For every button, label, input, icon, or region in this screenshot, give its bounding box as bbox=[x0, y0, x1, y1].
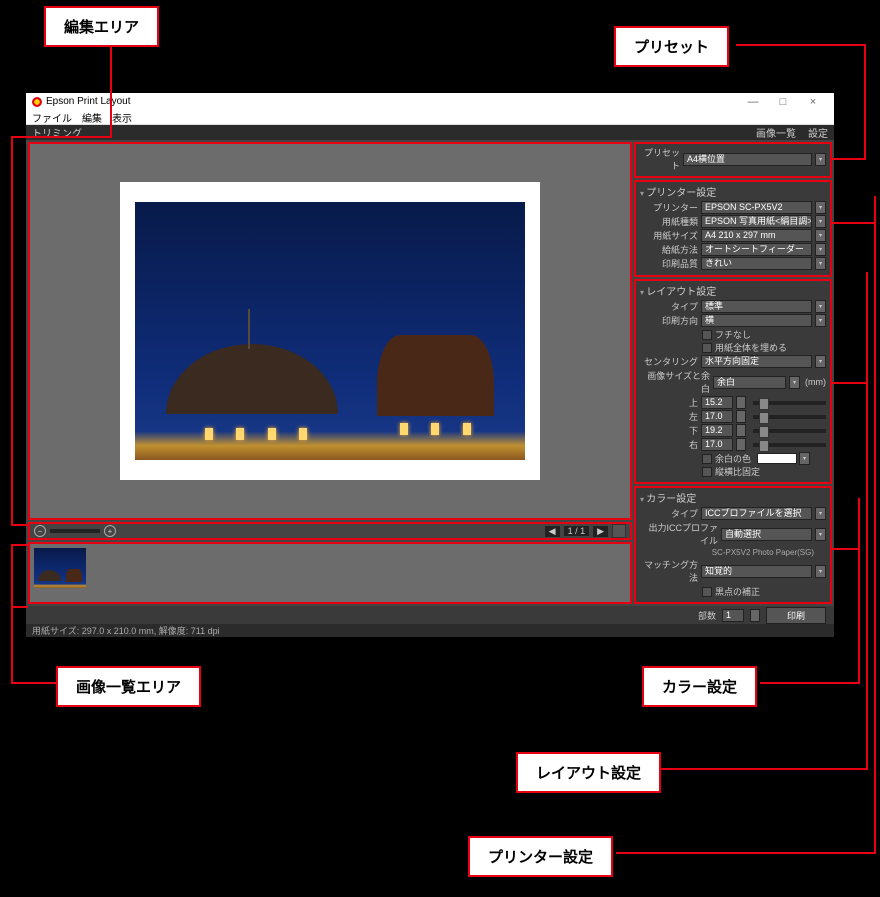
zoom-slider[interactable] bbox=[50, 529, 100, 533]
chevron-down-icon[interactable]: ▾ bbox=[799, 452, 810, 465]
app-icon bbox=[32, 97, 42, 107]
profile-note: SC-PX5V2 Photo Paper(SG) bbox=[640, 548, 814, 557]
menu-view[interactable]: 表示 bbox=[112, 110, 132, 125]
print-button[interactable]: 印刷 bbox=[766, 607, 826, 624]
callout-printer: プリンター設定 bbox=[468, 836, 613, 877]
centering-select[interactable]: 水平方向固定 bbox=[701, 355, 812, 368]
right-column: プリセット A4横位置 ▾ プリンター設定 プリンターEPSON SC-PX5V… bbox=[634, 142, 832, 604]
aspect-lock-checkbox[interactable] bbox=[702, 467, 712, 477]
minimize-button[interactable]: — bbox=[738, 96, 768, 108]
margin-bottom-input[interactable]: 19.2 bbox=[701, 424, 733, 437]
media-type-select[interactable]: EPSON 写真用紙<絹目調> bbox=[701, 215, 812, 228]
color-settings-panel: カラー設定 タイプICCプロファイルを選択▾ 出力ICCプロファイル自動選択▾ … bbox=[634, 486, 832, 604]
margin-top-input[interactable]: 15.2 bbox=[701, 396, 733, 409]
paper-preview bbox=[120, 182, 540, 480]
orientation-select[interactable]: 横 bbox=[701, 314, 812, 327]
fill-paper-checkbox[interactable] bbox=[702, 343, 712, 353]
callout-preset: プリセット bbox=[614, 26, 729, 67]
chevron-down-icon[interactable]: ▾ bbox=[815, 257, 826, 270]
left-column: − + ◀ 1 / 1 ▶ bbox=[28, 142, 632, 604]
layout-panel-title[interactable]: レイアウト設定 bbox=[640, 283, 826, 298]
toolbar: トリミング 画像一覧 設定 bbox=[26, 125, 834, 140]
menubar: ファイル 編集 表示 bbox=[26, 110, 834, 125]
paper-size-select[interactable]: A4 210 x 297 mm bbox=[701, 229, 812, 242]
callout-color: カラー設定 bbox=[642, 666, 757, 707]
callout-layout: レイアウト設定 bbox=[516, 752, 661, 793]
app-window: Epson Print Layout — □ × ファイル 編集 表示 トリミン… bbox=[26, 93, 834, 637]
printer-panel-title[interactable]: プリンター設定 bbox=[640, 184, 826, 199]
chevron-down-icon[interactable]: ▾ bbox=[789, 376, 800, 389]
margin-bottom-spinner[interactable] bbox=[736, 424, 746, 437]
margin-right-spinner[interactable] bbox=[736, 438, 746, 451]
chevron-down-icon[interactable]: ▾ bbox=[815, 243, 826, 256]
margin-color-checkbox[interactable] bbox=[702, 454, 712, 464]
copies-spinner[interactable] bbox=[750, 609, 760, 622]
toolbar-trimming[interactable]: トリミング bbox=[32, 125, 82, 140]
prev-page-button[interactable]: ◀ bbox=[545, 526, 560, 537]
print-quality-select[interactable]: きれい bbox=[701, 257, 812, 270]
chevron-down-icon[interactable]: ▾ bbox=[815, 215, 826, 228]
margin-left-spinner[interactable] bbox=[736, 410, 746, 423]
toolbar-image-list[interactable]: 画像一覧 bbox=[756, 125, 796, 140]
margin-bottom-slider[interactable] bbox=[753, 429, 826, 433]
main-area: − + ◀ 1 / 1 ▶ プリセット A4横位置 bbox=[26, 140, 834, 606]
rotate-button[interactable] bbox=[612, 524, 626, 538]
margin-right-input[interactable]: 17.0 bbox=[701, 438, 733, 451]
thumbnail-1[interactable] bbox=[34, 548, 86, 588]
copies-label: 部数 bbox=[698, 609, 716, 622]
zoom-bar: − + ◀ 1 / 1 ▶ bbox=[28, 522, 632, 540]
chevron-down-icon[interactable]: ▾ bbox=[815, 314, 826, 327]
preset-dropdown-icon[interactable]: ▾ bbox=[815, 153, 826, 166]
size-margin-select[interactable]: 余白 bbox=[713, 376, 786, 389]
output-icc-select[interactable]: 自動選択 bbox=[721, 528, 812, 541]
chevron-down-icon[interactable]: ▾ bbox=[815, 355, 826, 368]
close-button[interactable]: × bbox=[798, 96, 828, 108]
menu-file[interactable]: ファイル bbox=[32, 110, 72, 125]
callout-edit-area: 編集エリア bbox=[44, 6, 159, 47]
chevron-down-icon[interactable]: ▾ bbox=[815, 565, 826, 578]
borderless-checkbox[interactable] bbox=[702, 330, 712, 340]
margin-color-swatch[interactable] bbox=[757, 453, 797, 464]
margin-top-spinner[interactable] bbox=[736, 396, 746, 409]
status-bar: 用紙サイズ: 297.0 x 210.0 mm, 解像度: 711 dpi bbox=[26, 624, 834, 637]
margin-left-input[interactable]: 17.0 bbox=[701, 410, 733, 423]
callout-image-list: 画像一覧エリア bbox=[56, 666, 201, 707]
preview-area[interactable] bbox=[28, 142, 632, 520]
chevron-down-icon[interactable]: ▾ bbox=[815, 528, 826, 541]
toolbar-settings[interactable]: 設定 bbox=[808, 125, 828, 140]
paper-source-select[interactable]: オートシートフィーダー bbox=[701, 243, 812, 256]
next-page-button[interactable]: ▶ bbox=[593, 526, 608, 537]
printer-select[interactable]: EPSON SC-PX5V2 bbox=[701, 201, 812, 214]
printer-settings-panel: プリンター設定 プリンターEPSON SC-PX5V2▾ 用紙種類EPSON 写… bbox=[634, 180, 832, 277]
chevron-down-icon[interactable]: ▾ bbox=[815, 201, 826, 214]
chevron-down-icon[interactable]: ▾ bbox=[815, 300, 826, 313]
window-title: Epson Print Layout bbox=[46, 96, 131, 107]
preset-label: プリセット bbox=[640, 146, 680, 172]
black-point-checkbox[interactable] bbox=[702, 587, 712, 597]
titlebar: Epson Print Layout — □ × bbox=[26, 93, 834, 110]
preset-select[interactable]: A4横位置 bbox=[683, 153, 812, 166]
zoom-in-icon[interactable]: + bbox=[104, 525, 116, 537]
thumbnail-strip bbox=[28, 542, 632, 604]
color-panel-title[interactable]: カラー設定 bbox=[640, 490, 826, 505]
chevron-down-icon[interactable]: ▾ bbox=[815, 507, 826, 520]
menu-edit[interactable]: 編集 bbox=[82, 110, 102, 125]
color-type-select[interactable]: ICCプロファイルを選択 bbox=[701, 507, 812, 520]
margin-right-slider[interactable] bbox=[753, 443, 826, 447]
layout-type-select[interactable]: 標準 bbox=[701, 300, 812, 313]
photo-preview bbox=[135, 202, 525, 460]
maximize-button[interactable]: □ bbox=[768, 96, 798, 108]
chevron-down-icon[interactable]: ▾ bbox=[815, 229, 826, 242]
layout-settings-panel: レイアウト設定 タイプ標準▾ 印刷方向横▾ フチなし 用紙全体を埋める センタリ… bbox=[634, 279, 832, 484]
footer: 部数 1 印刷 bbox=[26, 606, 834, 623]
matching-select[interactable]: 知覚的 bbox=[701, 565, 812, 578]
margin-top-slider[interactable] bbox=[753, 401, 826, 405]
preset-panel: プリセット A4横位置 ▾ bbox=[634, 142, 832, 178]
copies-input[interactable]: 1 bbox=[722, 609, 744, 622]
zoom-out-icon[interactable]: − bbox=[34, 525, 46, 537]
page-indicator: 1 / 1 bbox=[564, 526, 590, 536]
margin-left-slider[interactable] bbox=[753, 415, 826, 419]
status-text: 用紙サイズ: 297.0 x 210.0 mm, 解像度: 711 dpi bbox=[32, 624, 220, 637]
